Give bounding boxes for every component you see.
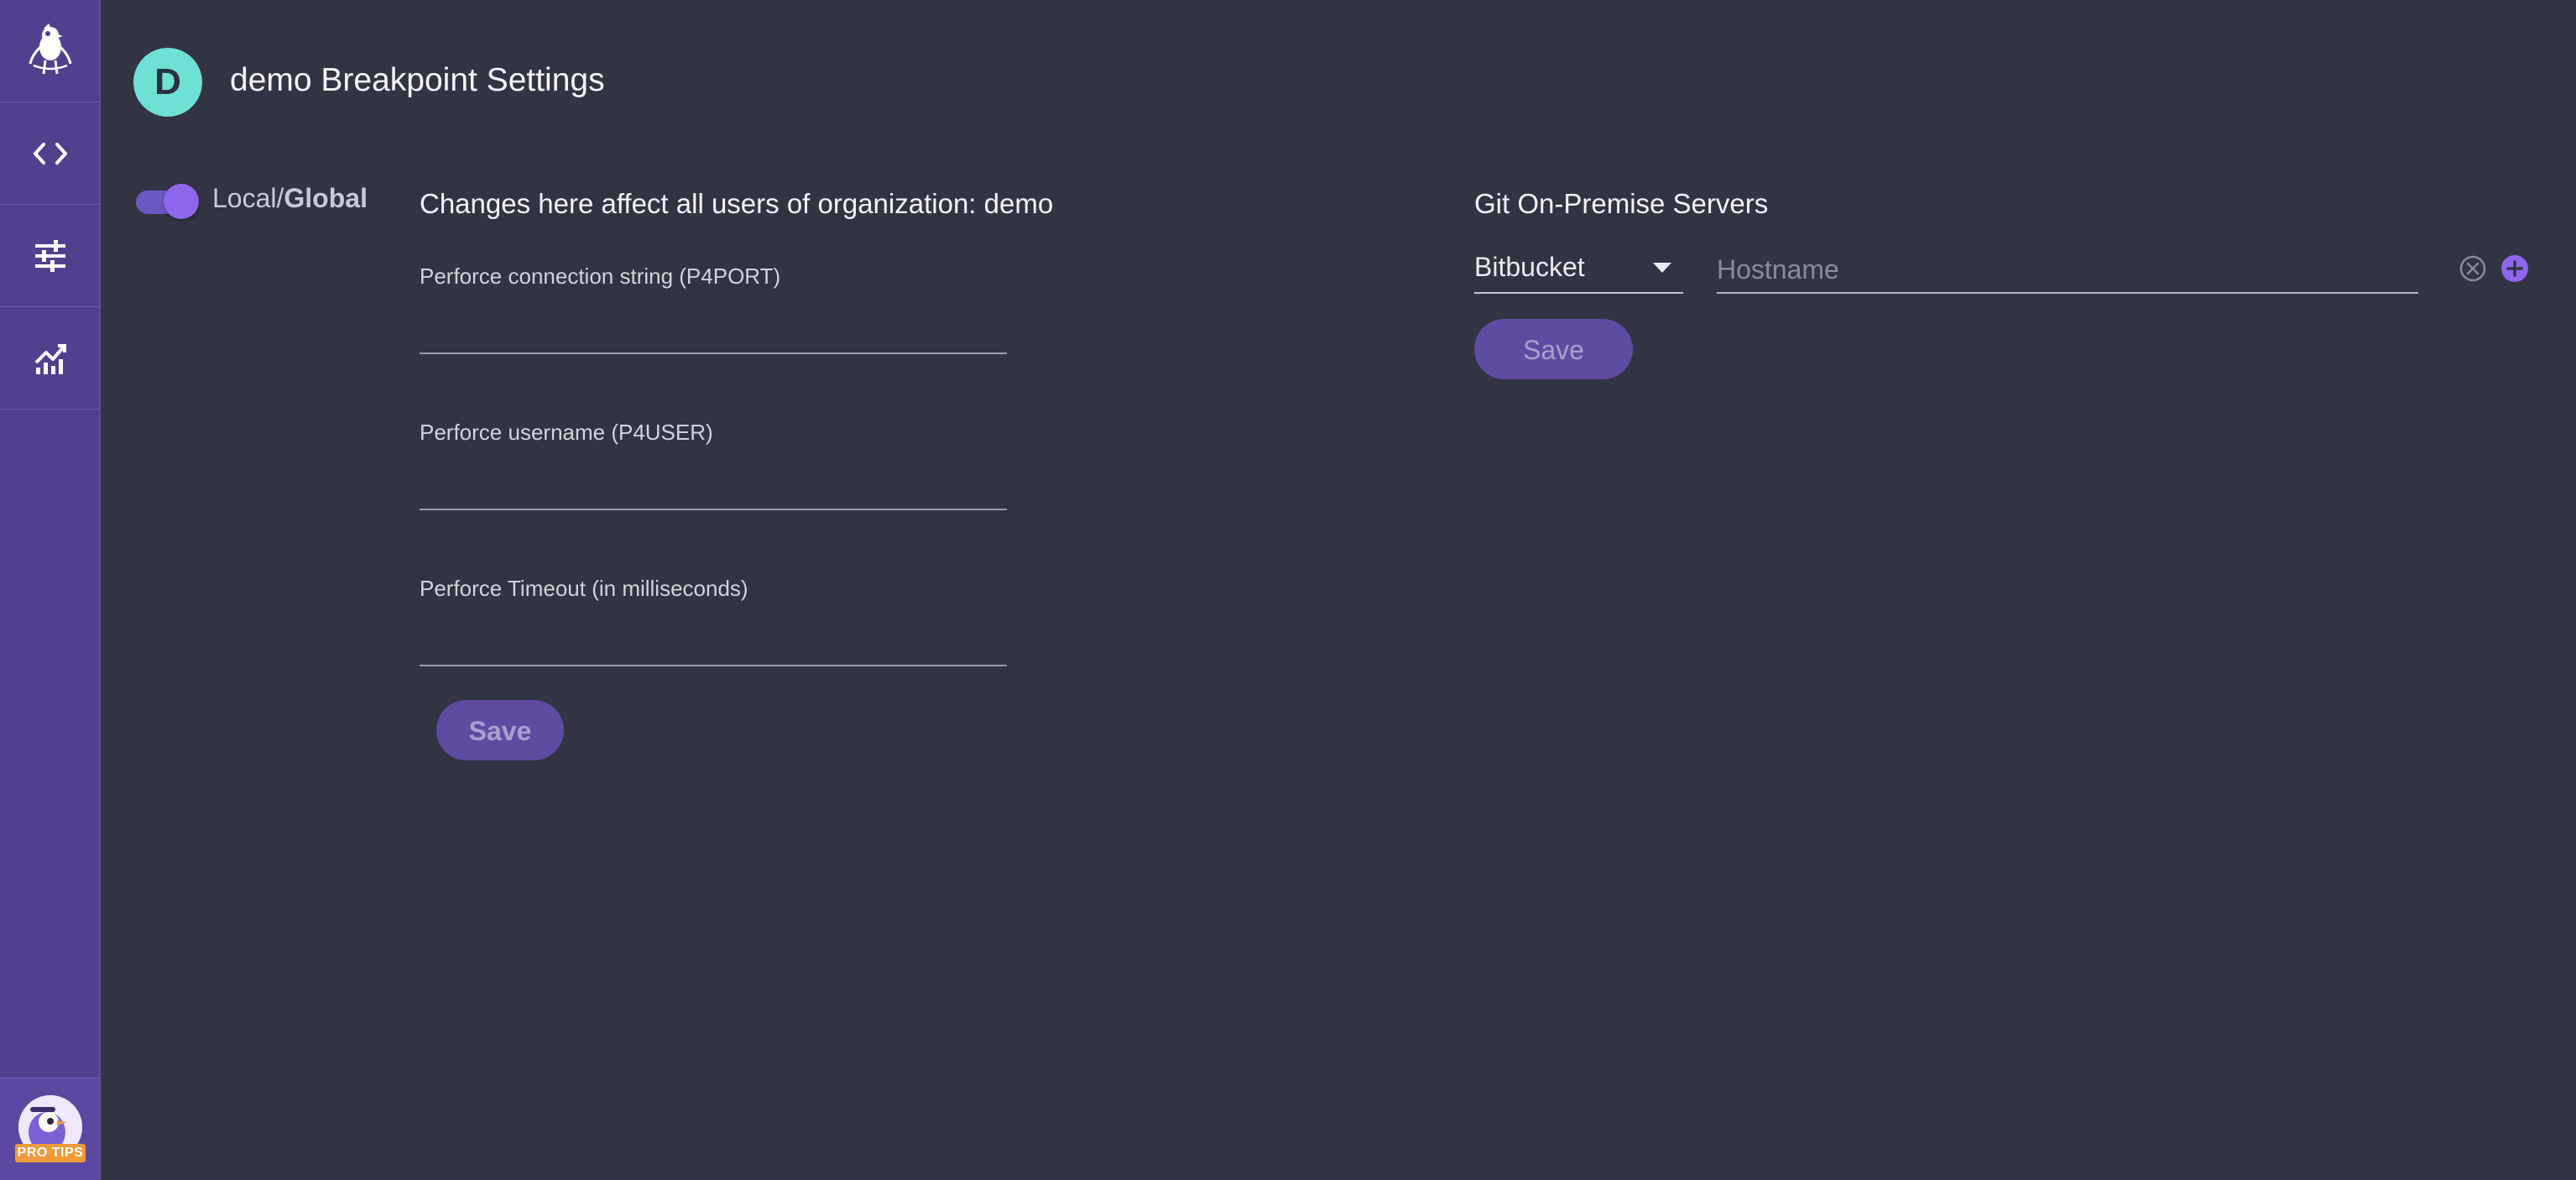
git-provider-select[interactable]: Bitbucket xyxy=(1474,247,1683,294)
toggle-label-global: Global xyxy=(284,183,368,213)
local-global-toggle[interactable] xyxy=(134,183,200,219)
sidebar-logo[interactable] xyxy=(0,0,100,102)
sidebar-item-analytics[interactable] xyxy=(0,307,100,410)
close-circle-icon xyxy=(2459,254,2487,287)
code-brackets-icon xyxy=(32,141,69,166)
plus-circle-icon xyxy=(2500,254,2529,287)
org-avatar: D xyxy=(133,48,202,117)
sidebar: PRO TIPS xyxy=(0,0,101,1180)
p4port-input[interactable] xyxy=(420,316,1007,354)
toggle-label: Local/Global xyxy=(212,183,368,214)
toggle-thumb[interactable] xyxy=(164,184,199,219)
page-title: demo Breakpoint Settings xyxy=(230,62,605,98)
sliders-icon xyxy=(34,239,67,273)
add-server-button[interactable] xyxy=(2500,254,2529,287)
p4user-label: Perforce username (P4USER) xyxy=(420,420,713,445)
timeout-label: Perforce Timeout (in milliseconds) xyxy=(420,576,748,601)
git-save-button[interactable]: Save xyxy=(1474,319,1633,379)
sidebar-item-settings[interactable] xyxy=(0,205,100,307)
trending-chart-icon xyxy=(33,341,68,376)
perforce-heading: Changes here affect all users of organiz… xyxy=(420,188,1054,219)
perforce-save-button[interactable]: Save xyxy=(436,700,564,760)
git-servers-heading: Git On-Premise Servers xyxy=(1474,188,1769,219)
p4port-label: Perforce connection string (P4PORT) xyxy=(420,264,781,289)
p4user-input[interactable] xyxy=(420,472,1007,510)
pro-tips-badge: PRO TIPS xyxy=(15,1144,86,1162)
chevron-down-icon xyxy=(1653,262,1671,277)
pro-tips-button[interactable]: PRO TIPS xyxy=(0,1078,100,1180)
git-provider-value: Bitbucket xyxy=(1474,252,1585,282)
clear-server-button[interactable] xyxy=(2459,254,2487,287)
timeout-input[interactable] xyxy=(420,628,1007,666)
sidebar-item-code[interactable] xyxy=(0,102,100,205)
bird-logo-icon xyxy=(23,22,77,81)
hostname-input[interactable] xyxy=(1717,247,2418,294)
toggle-label-local: Local/ xyxy=(212,183,284,213)
